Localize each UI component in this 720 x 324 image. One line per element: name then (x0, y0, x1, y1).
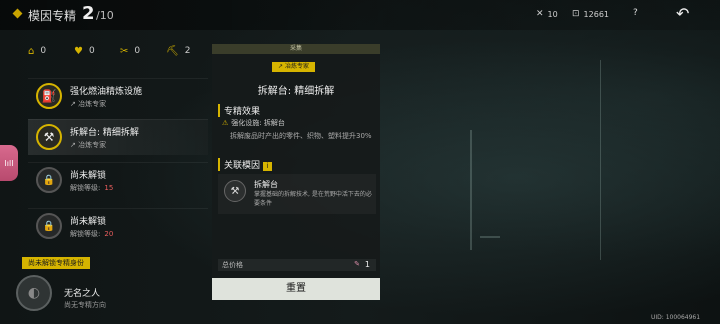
resource-box: ⊡ 12661 (572, 9, 609, 19)
price-value: 1 (364, 260, 370, 269)
skill-item-locked[interactable]: 🔒 尚未解锁 解锁等级: 15 (28, 162, 208, 198)
dismantle-icon: ⚒ (36, 124, 62, 150)
resource-swords: ✕ 10 (536, 9, 558, 19)
skill-title: 尚未解锁 (70, 217, 107, 227)
skill-title: 强化燃油精炼设施 (70, 87, 143, 97)
avatar-silhouette-icon: ◐ (27, 285, 41, 301)
avatar[interactable]: ◐ (16, 275, 52, 311)
back-button[interactable]: ↶ (676, 4, 689, 23)
detail-category: 采集 (212, 44, 380, 54)
stat-tools: ✂ 0 (114, 38, 160, 64)
skill-item-locked[interactable]: 🔒 尚未解锁 解锁等级: 20 (28, 208, 208, 244)
stat-heart: ♥ 0 (68, 38, 114, 64)
background-decor-line (600, 60, 601, 260)
home-icon: ⌂ (28, 45, 35, 57)
detail-title: 拆解台: 精细拆解 (257, 86, 335, 97)
skill-subtitle: ↗ 冶炼专家 (70, 141, 107, 149)
box-icon: ⊡ (572, 9, 580, 19)
info-icon: i (263, 162, 273, 171)
heart-icon: ♥ (74, 45, 83, 57)
related-section-label: 关联模因 i (218, 158, 273, 171)
crossed-tools-icon: ✂ (120, 45, 129, 57)
resource-value: 10 (547, 9, 558, 19)
profile-name: 无名之人 (64, 289, 101, 299)
effect-section-label: 专精效果 (218, 104, 260, 117)
cross-swords-icon: ✕ (536, 9, 544, 19)
role-badge: ↗ 冶炼专家 (272, 62, 315, 72)
skill-item-fuel-refining[interactable]: ⛽ 强化燃油精炼设施 ↗ 冶炼专家 (28, 78, 208, 114)
skill-unlock-level: 解锁等级: 20 (70, 230, 114, 238)
skill-subtitle: ↗ 冶炼专家 (70, 100, 107, 108)
user-id: UID: 100064961 (651, 314, 701, 321)
top-bar: 模因专精 2 /10 ✕ 10 ⊡ 12661 ? ↶ (0, 0, 720, 30)
skill-title: 尚未解锁 (70, 171, 107, 181)
refinery-icon: ⛽ (36, 83, 62, 109)
lock-icon: 🔒 (36, 213, 62, 239)
warning-icon: ⚠ (222, 119, 229, 127)
price-label: 总价格 (222, 261, 243, 269)
price-row: 总价格 ✎ 1 (218, 259, 376, 271)
stat-row: ⌂ 0 ♥ 0 ✂ 0 ⛏ 2 (22, 38, 208, 64)
effect-target: ⚠ 强化设施: 拆解台 (222, 119, 285, 127)
stat-value: 0 (134, 46, 141, 56)
skill-unlock-level: 解锁等级: 15 (70, 184, 114, 192)
skill-list-panel: ⌂ 0 ♥ 0 ✂ 0 ⛏ 2 ⛽ 强化燃油精炼设施 ↗ 冶炼专家 ⚒ 拆解台:… (22, 38, 208, 324)
page-title: 模因专精 (28, 9, 77, 23)
help-button[interactable]: ? (633, 8, 638, 18)
specialization-total: /10 (96, 9, 114, 22)
back-arrow-icon: ↶ (676, 4, 690, 23)
reset-button[interactable]: 重置 (212, 278, 380, 300)
stat-value: 0 (40, 46, 47, 56)
lock-icon: 🔒 (36, 167, 62, 193)
gene-title: 拆解台 (254, 180, 278, 189)
stat-home: ⌂ 0 (22, 38, 68, 64)
skill-title: 拆解台: 精细拆解 (70, 128, 139, 138)
profile-banner: 尚未解锁专精身份 (22, 257, 90, 269)
skill-item-dismantle[interactable]: ⚒ 拆解台: 精细拆解 ↗ 冶炼专家 (28, 119, 208, 155)
background-decor-line (470, 130, 472, 250)
stat-value: 0 (88, 46, 95, 56)
gene-description: 掌握基础的拆解技术, 是在荒野中活下去的必要条件 (254, 191, 372, 207)
feather-icon: ✎ (354, 260, 360, 268)
effect-description: 拆解废品时产出的零件、织物、塑料提升30% (230, 132, 372, 140)
dismantle-icon: ⚒ (224, 180, 246, 202)
side-tab[interactable]: lıll (0, 145, 18, 181)
stat-value: 2 (184, 46, 191, 56)
specialization-count: 2 (82, 3, 95, 24)
detail-panel: 采集 ↗ 冶炼专家 拆解台: 精细拆解 专精效果 ⚠ 强化设施: 拆解台 拆解废品… (212, 44, 380, 300)
stat-pickaxe: ⛏ 2 (160, 38, 206, 64)
pickaxe-icon: ⛏ (166, 45, 179, 57)
profile-direction: 尚无专精方向 (64, 301, 106, 309)
related-gene-card[interactable]: ⚒ 拆解台 掌握基础的拆解技术, 是在荒野中活下去的必要条件 (218, 174, 376, 214)
resource-value: 12661 (583, 9, 609, 19)
title-diamond-icon (12, 8, 23, 19)
background-decor-line (480, 236, 500, 238)
